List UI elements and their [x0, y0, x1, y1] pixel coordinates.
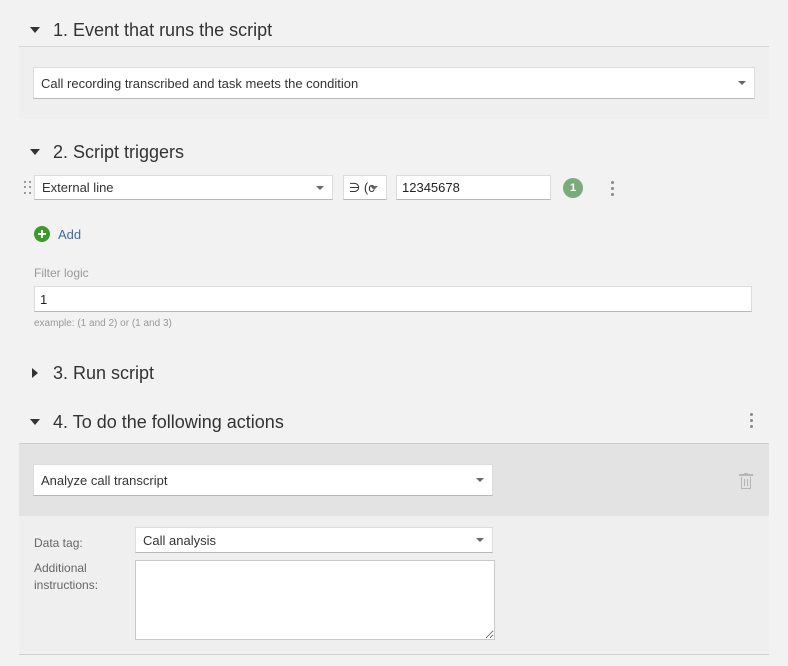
trigger-value-text: 12345678 — [402, 180, 460, 195]
filter-logic-input[interactable]: 1 — [34, 286, 752, 312]
section-actions-title: 4. To do the following actions — [53, 411, 284, 432]
data-tag-label: Data tag: — [34, 536, 83, 550]
more-options-icon[interactable] — [609, 181, 615, 197]
chevron-down-icon — [476, 538, 484, 542]
action-header-panel: Analyze call transcript — [19, 443, 769, 516]
filter-logic-value: 1 — [40, 291, 48, 307]
section-event-title: 1. Event that runs the script — [53, 19, 273, 40]
instructions-label: Additional instructions: — [34, 561, 99, 592]
expand-toggle-icon[interactable] — [29, 367, 41, 379]
drag-handle-icon[interactable] — [24, 181, 32, 195]
action-settings-panel: Data tag: Call analysis Additional instr… — [19, 516, 769, 654]
collapse-toggle-icon[interactable] — [29, 416, 41, 428]
trigger-operator-select[interactable]: ∋ (c — [343, 175, 387, 200]
section-run-header[interactable]: 3. Run script — [19, 353, 769, 393]
divider — [19, 654, 769, 655]
data-tag-value: Call analysis — [143, 532, 216, 548]
section-triggers-title: 2. Script triggers — [53, 141, 185, 162]
action-type-value: Analyze call transcript — [41, 472, 168, 488]
trigger-field-select[interactable]: External line — [34, 175, 333, 200]
add-condition-label: Add — [58, 226, 82, 242]
section-event-header[interactable]: 1. Event that runs the script — [19, 10, 769, 50]
trigger-field-value: External line — [42, 180, 114, 195]
section-actions-header[interactable]: 4. To do the following actions — [19, 402, 769, 442]
section-run-title: 3. Run script — [53, 362, 155, 383]
add-condition-button[interactable]: Add — [34, 226, 81, 242]
plus-circle-icon — [34, 226, 50, 242]
action-type-select[interactable]: Analyze call transcript — [33, 464, 493, 496]
collapse-toggle-icon[interactable] — [29, 146, 41, 158]
trash-icon[interactable] — [739, 473, 753, 489]
trigger-value-input[interactable]: 12345678 — [396, 175, 551, 200]
instructions-textarea[interactable] — [135, 560, 495, 640]
chevron-down-icon — [370, 185, 378, 190]
more-options-icon[interactable] — [748, 413, 754, 429]
data-tag-select[interactable]: Call analysis — [135, 527, 493, 553]
chevron-down-icon — [738, 81, 746, 85]
chevron-down-icon — [476, 478, 484, 482]
condition-number-badge: 1 — [563, 178, 583, 198]
event-panel: Call recording transcribed and task meet… — [19, 47, 769, 119]
event-select[interactable]: Call recording transcribed and task meet… — [33, 67, 755, 99]
filter-logic-hint: example: (1 and 2) or (1 and 3) — [34, 318, 172, 329]
event-select-value: Call recording transcribed and task meet… — [41, 75, 359, 91]
section-triggers-header[interactable]: 2. Script triggers — [19, 132, 769, 172]
chevron-down-icon — [316, 185, 324, 190]
collapse-toggle-icon[interactable] — [29, 24, 41, 36]
filter-logic-label: Filter logic — [34, 266, 89, 280]
